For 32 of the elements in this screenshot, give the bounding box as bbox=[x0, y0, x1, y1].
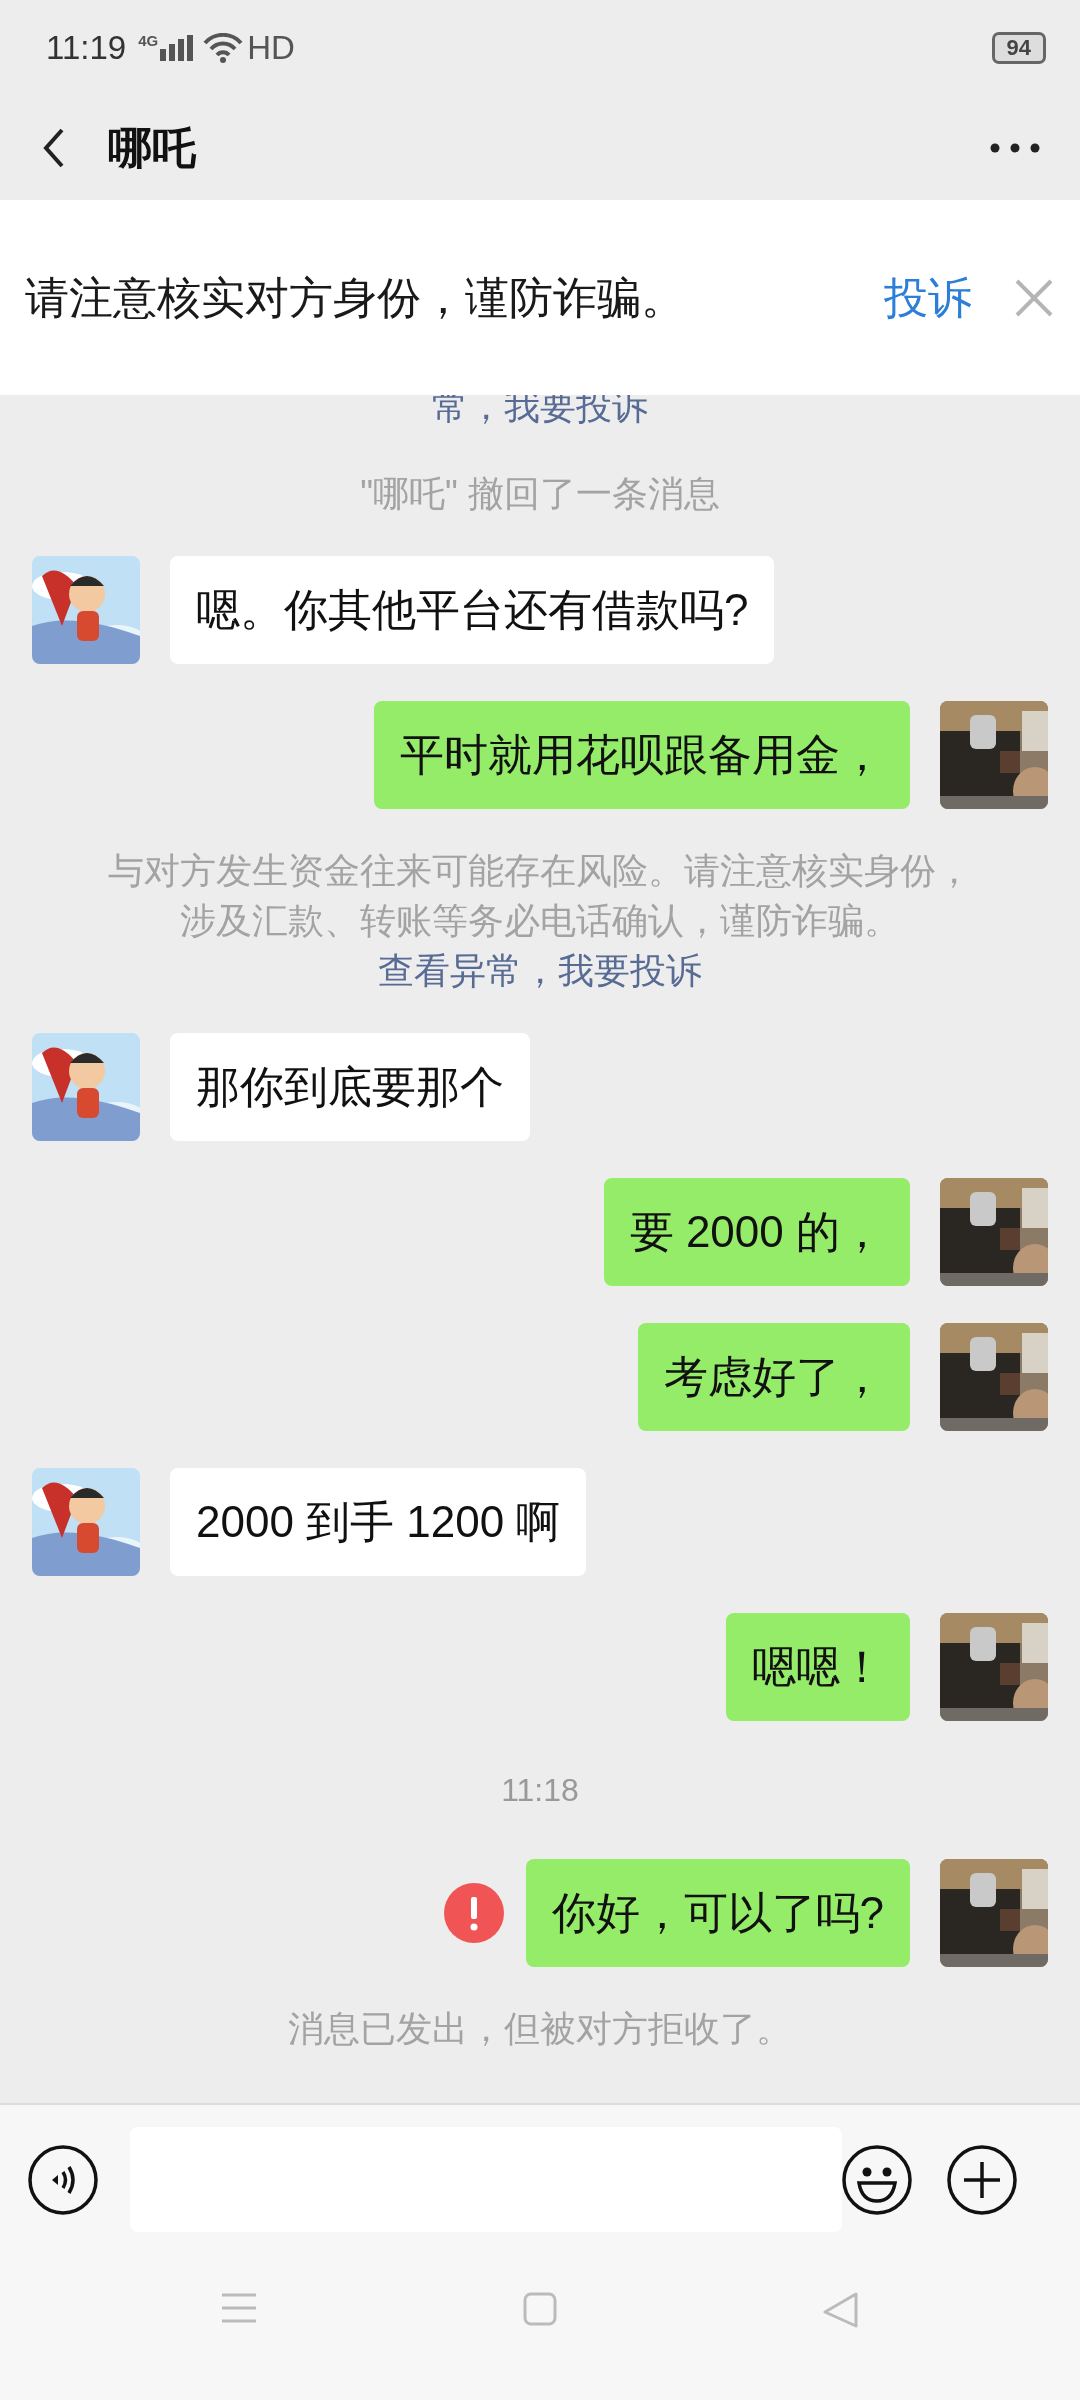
error-icon[interactable] bbox=[443, 1883, 504, 1943]
message-bubble: 要 2000 的， bbox=[603, 1178, 910, 1286]
timestamp: 11:18 bbox=[500, 1771, 580, 1810]
back-nav-icon[interactable] bbox=[822, 2292, 860, 2328]
more-icon[interactable] bbox=[990, 142, 1040, 153]
signal-icon bbox=[160, 34, 194, 61]
close-icon[interactable] bbox=[1014, 277, 1054, 318]
message-bubble: 考虑好了， bbox=[638, 1323, 910, 1431]
network-label: 4G bbox=[138, 31, 159, 51]
hd-label: HD bbox=[247, 27, 295, 68]
message-bubble: 平时就用花呗跟备用金， bbox=[374, 701, 910, 809]
emoji-icon[interactable] bbox=[842, 2144, 912, 2215]
wifi-icon bbox=[203, 32, 244, 63]
home-icon[interactable] bbox=[523, 2292, 557, 2326]
menu-icon[interactable] bbox=[220, 2292, 258, 2324]
battery-level: 94 bbox=[991, 31, 1046, 64]
report-link[interactable]: 投诉 bbox=[884, 264, 972, 331]
notice-link[interactable]: 查看异常，我要投诉 bbox=[378, 950, 702, 991]
banner-text: 请注意核实对方身份，谨防诈骗。 bbox=[25, 271, 686, 324]
message-bubble: 嗯。你其他平台还有借款吗? bbox=[170, 556, 775, 664]
plus-icon[interactable] bbox=[947, 2144, 1017, 2215]
system-notice: 消息已发出，但被对方拒收了。 bbox=[287, 2007, 793, 2051]
system-notice: "哪吒" 撤回了一条消息 bbox=[359, 472, 721, 516]
chat-title: 哪吒 bbox=[108, 121, 196, 174]
message-input[interactable] bbox=[130, 2127, 842, 2232]
message-bubble: 嗯嗯！ bbox=[726, 1613, 910, 1721]
status-time: 11:19 bbox=[46, 27, 127, 68]
voice-icon[interactable] bbox=[28, 2144, 98, 2215]
message-bubble: 那你到底要那个 bbox=[170, 1033, 530, 1141]
system-notice: 与对方发生资金往来可能存在风险。请注意核实身份，涉及汇款、转账等务必电话确认，谨防诈骗。 查看异常，我要投诉 bbox=[107, 849, 973, 993]
message-bubble: 2000 到手 1200 啊 bbox=[170, 1468, 587, 1576]
message-bubble: 你好，可以了吗? bbox=[525, 1859, 910, 1967]
